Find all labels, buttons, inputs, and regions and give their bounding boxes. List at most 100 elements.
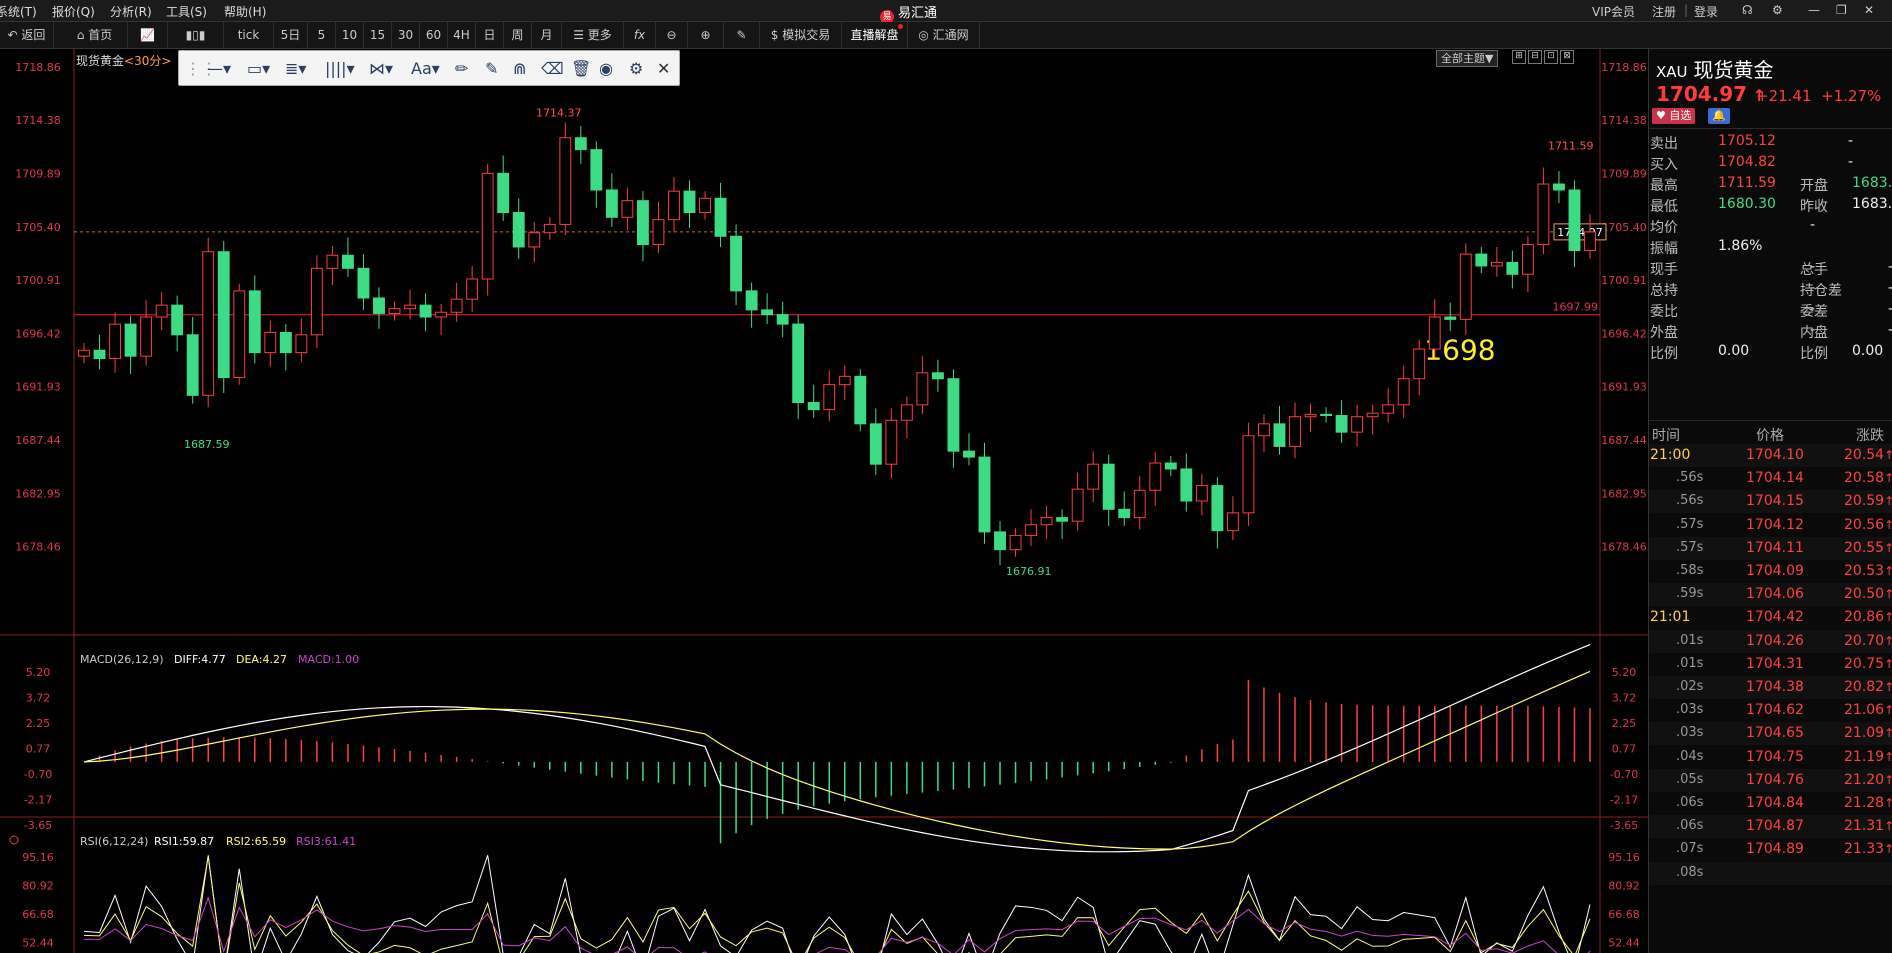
rectangle-tool-icon[interactable]: ▭▾ [247, 59, 270, 78]
settings-gear-icon[interactable]: ⚙ [1772, 3, 1783, 17]
login-link[interactable]: 登录 [1694, 3, 1718, 20]
trash-icon[interactable]: 🗑 [571, 59, 591, 78]
tick-price: 1704.62 [1746, 702, 1804, 719]
candle-body [248, 290, 261, 354]
price-axis-right-label: 1700.91 [1601, 274, 1647, 287]
period-tick[interactable]: tick [224, 22, 274, 48]
pencil-icon[interactable]: ✎ [724, 22, 760, 48]
more-button[interactable]: ☰ 更多 [562, 22, 624, 48]
menu-quote[interactable]: 报价(Q) [52, 3, 95, 20]
eraser-icon[interactable]: ⌫ [541, 59, 564, 78]
eye-icon[interactable]: ◉ [599, 59, 613, 78]
period-day[interactable]: 日 [476, 22, 504, 48]
menu-analysis[interactable]: 分析(R) [110, 3, 152, 20]
rsi-label-name: RSI(6,12,24) [80, 835, 148, 848]
candle-body [1397, 378, 1410, 406]
quote-label: 持仓差 [1800, 283, 1842, 299]
gear-icon[interactable]: ⚙ [629, 59, 643, 78]
macd-axis-left-label: 0.77 [26, 743, 51, 756]
period-week[interactable]: 周 [504, 22, 532, 48]
restore-icon[interactable]: ❐ [1836, 3, 1847, 17]
menu-system[interactable]: 系统(T) [0, 3, 37, 20]
tick-price: 1704.75 [1746, 748, 1804, 765]
candle-body [1009, 534, 1022, 551]
quote-extra: - [1848, 154, 1854, 170]
watchlist-button[interactable]: ♥ 自选 [1652, 108, 1696, 124]
candle-body [140, 316, 153, 357]
candle-body [931, 372, 944, 380]
zoom-out-icon[interactable]: ⊖ [656, 22, 688, 48]
close-icon[interactable]: ✕ [1864, 3, 1874, 17]
layout-icon[interactable]: ⊟ [1528, 50, 1542, 64]
macd-diff-line [83, 644, 1591, 853]
price-chart[interactable]: 1718.86 1714.38 1709.89 1705.40 1700.91 1696.… [0, 49, 1648, 953]
ruler-icon[interactable]: ✏ [455, 59, 468, 78]
quote-extra: - [1848, 133, 1854, 149]
rsi-axis-right-label: 80.92 [1608, 880, 1640, 893]
pattern-tool-icon[interactable]: ⋈▾ [369, 59, 393, 78]
magnet-icon[interactable]: ⋒ [513, 59, 526, 78]
line-chart-button[interactable]: 📈 [128, 22, 168, 48]
headset-icon[interactable]: ☊ [1742, 3, 1753, 17]
home-button[interactable]: ⌂ 首页 [62, 22, 128, 48]
live-button[interactable]: 直播解盘 [842, 22, 908, 48]
candle-body [994, 531, 1006, 551]
zoom-in-icon[interactable]: ⊕ [688, 22, 724, 48]
formula-button[interactable]: fx [624, 22, 656, 48]
candle-body [124, 323, 137, 357]
period-10min[interactable]: 10 [336, 22, 364, 48]
period-30min[interactable]: 30 [392, 22, 420, 48]
candle-body [78, 349, 90, 357]
candlestick-icon: ▮▯▮ [185, 28, 206, 42]
period-5day[interactable]: 5日 [274, 22, 308, 48]
quote-label: 内盘 [1800, 325, 1828, 341]
quote-label: 比例 [1650, 346, 1678, 362]
grid-icon[interactable]: ⊞ [1512, 50, 1526, 64]
instrument-code: XAU [1656, 63, 1688, 81]
candle-body [885, 419, 898, 465]
huitong-button[interactable]: ◎ 汇通网 [908, 22, 980, 48]
text-tool-icon[interactable]: Aa▾ [411, 59, 440, 78]
candle-body [947, 378, 960, 452]
tick-time: .01s [1676, 655, 1704, 671]
rsi-settings-icon [9, 835, 19, 845]
candle-body [1475, 253, 1488, 267]
price-axis-left-label: 1709.89 [15, 167, 61, 180]
heart-icon: ♥ [1656, 109, 1670, 122]
macd-label-macd: MACD:1.00 [298, 653, 359, 666]
tick-price: 1704.15 [1746, 493, 1804, 510]
quote-label: 最高 [1650, 178, 1678, 194]
alert-bell-icon[interactable]: 🔔 [1708, 108, 1730, 124]
tick-price: 1704.09 [1746, 563, 1804, 579]
back-button[interactable]: ↶ 返回 [0, 22, 54, 48]
period-5min[interactable]: 5 [308, 22, 336, 48]
sim-trade-button[interactable]: $ 模拟交易 [760, 22, 842, 48]
candle-body [730, 235, 743, 292]
candle-body [1087, 463, 1100, 490]
vip-link[interactable]: VIP会员 [1592, 3, 1635, 20]
menu-bar: 系统(T) 报价(Q) 分析(R) 工具(S) 帮助(H) 易易汇通 VIP会员… [0, 0, 1892, 24]
line-tool-icon[interactable]: —▾ [207, 59, 231, 78]
close-chart-icon[interactable]: ⊠ [1560, 50, 1574, 64]
price-axis-left-label: 1682.95 [15, 487, 61, 500]
candle-body [1071, 488, 1084, 522]
brush-icon[interactable]: ✎ [485, 59, 498, 78]
menu-tools[interactable]: 工具(S) [166, 3, 207, 20]
chart-area[interactable]: 1718.86 1714.38 1709.89 1705.40 1700.91 1696.… [0, 49, 1648, 953]
period-15min[interactable]: 15 [364, 22, 392, 48]
quote-value: 1680.30 [1718, 196, 1776, 212]
period-month[interactable]: 月 [532, 22, 562, 48]
close-drawbar-icon[interactable]: ✕ [657, 59, 670, 78]
candle-chart-button[interactable]: ▮▯▮ [168, 22, 224, 48]
menu-help[interactable]: 帮助(H) [224, 3, 266, 20]
tick-price: 1704.12 [1746, 516, 1804, 533]
period-60min[interactable]: 60 [420, 22, 448, 48]
theme-select[interactable]: 全部主题▼ [1436, 50, 1499, 67]
maximize-chart-icon[interactable]: ⊡ [1544, 50, 1558, 64]
minimize-icon[interactable]: — [1808, 3, 1820, 17]
fib-tool-icon[interactable]: ≣▾ [285, 59, 306, 78]
register-link[interactable]: 注册 [1652, 3, 1676, 20]
candle-body [854, 375, 867, 425]
channel-tool-icon[interactable]: ||||▾ [325, 59, 355, 78]
period-4h[interactable]: 4H [448, 22, 476, 48]
